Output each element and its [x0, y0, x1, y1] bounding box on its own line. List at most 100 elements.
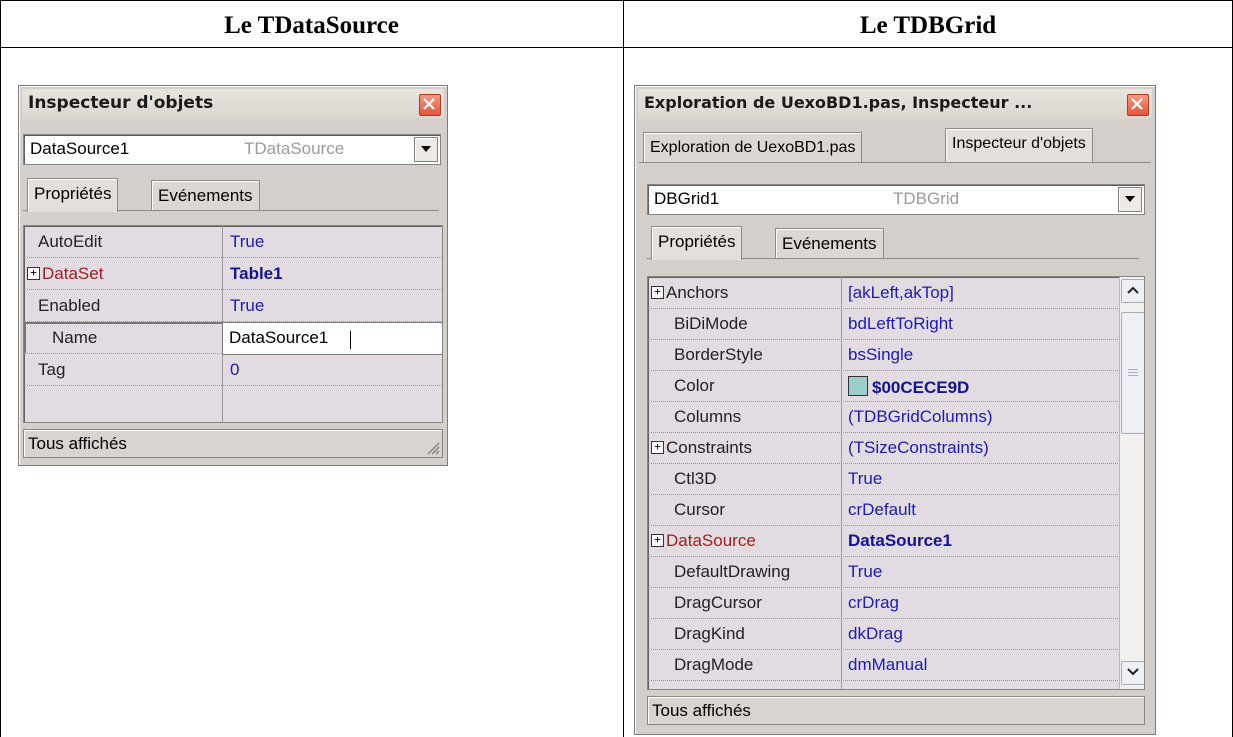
property-row-selected[interactable]: Name DataSource1	[24, 322, 442, 355]
tab-properties[interactable]: Propriétés	[651, 226, 743, 260]
chevron-down-icon	[1125, 196, 1135, 202]
property-row[interactable]: + Constraints (TSizeConstraints)	[648, 432, 1118, 464]
table-border-top	[0, 0, 1233, 1]
property-value[interactable]: dkDrag	[848, 624, 903, 644]
property-value[interactable]: DataSource1	[229, 328, 328, 348]
property-row[interactable]: Cursor crDefault	[648, 494, 1118, 526]
property-name: Columns	[674, 407, 742, 426]
property-value[interactable]: Table1	[230, 264, 283, 284]
property-value[interactable]: True	[230, 296, 264, 316]
column-header-right: Le TDBGrid	[859, 12, 997, 39]
property-row[interactable]: DragCursor crDrag	[648, 587, 1118, 619]
title-bar[interactable]: Exploration de UexoBD1.pas, Inspecteur .…	[638, 89, 1152, 119]
property-value[interactable]: True	[230, 232, 264, 252]
status-bar: Tous affichés	[647, 696, 1145, 725]
property-value[interactable]: crDefault	[848, 500, 916, 520]
title-bar[interactable]: Inspecteur d'objets	[22, 89, 444, 119]
text-caret	[350, 331, 351, 350]
table-border-left	[0, 0, 1, 737]
property-name: Constraints	[666, 438, 752, 457]
window-title: Inspecteur d'objets	[28, 93, 214, 113]
property-row[interactable]: Ctl3D True	[648, 463, 1118, 495]
property-value[interactable]: bdLeftToRight	[848, 314, 953, 334]
tab-baseline	[639, 162, 1151, 163]
vertical-scrollbar[interactable]	[1119, 277, 1144, 689]
dropdown-button[interactable]	[1118, 187, 1142, 212]
property-row[interactable]: Tag 0	[24, 354, 442, 386]
property-value[interactable]: True	[848, 562, 882, 582]
resize-grip-icon[interactable]	[426, 441, 440, 455]
close-button[interactable]	[1127, 94, 1149, 116]
tab-object-inspector[interactable]: Inspecteur d'objets	[945, 128, 1093, 162]
plus-box-icon[interactable]: +	[651, 534, 664, 547]
property-name: DragMode	[674, 655, 754, 674]
property-value[interactable]: True	[848, 469, 882, 489]
property-row[interactable]: Columns (TDBGridColumns)	[648, 401, 1118, 433]
close-button[interactable]	[419, 94, 441, 116]
dbgrid-inspector-window: Exploration de UexoBD1.pas, Inspecteur .…	[634, 85, 1156, 735]
property-value[interactable]: (TDBGridColumns)	[848, 407, 993, 427]
property-row[interactable]: + DataSource DataSource1	[648, 525, 1118, 557]
color-value: $00CECE9D	[872, 378, 970, 397]
property-name: Ctl3D	[674, 469, 717, 488]
property-grid: AutoEdit True + DataSet Table1 Enabled T…	[23, 225, 443, 423]
property-edit-field[interactable]: DataSource1	[222, 322, 442, 355]
table-header-divider	[0, 47, 1233, 48]
tab-exploration[interactable]: Exploration de UexoBD1.pas	[643, 132, 863, 163]
property-row[interactable]: AutoEdit True	[24, 226, 442, 258]
property-value[interactable]: [akLeft,akTop]	[848, 283, 954, 303]
tab-events[interactable]: Evénements	[151, 180, 260, 211]
property-value[interactable]: $00CECE9D	[848, 376, 969, 398]
panel-tabs: Exploration de UexoBD1.pas Inspecteur d'…	[639, 128, 1151, 163]
tab-properties[interactable]: Propriétés	[27, 178, 119, 212]
datasource-inspector-window: Inspecteur d'objets DataSource1 TDataSou…	[18, 85, 448, 466]
dropdown-button[interactable]	[414, 137, 438, 162]
property-value[interactable]: DataSource1	[848, 531, 952, 551]
property-name: BorderStyle	[674, 345, 763, 364]
property-row[interactable]: BorderStyle bsSingle	[648, 339, 1118, 371]
property-row[interactable]: Color $00CECE9D	[648, 370, 1118, 402]
close-icon	[423, 98, 435, 110]
plus-box-icon[interactable]: +	[27, 267, 40, 280]
property-name: DragKind	[674, 624, 745, 643]
scroll-thumb[interactable]	[1121, 312, 1144, 434]
property-row[interactable]: DragMode dmManual	[648, 649, 1118, 681]
property-row[interactable]: BiDiMode bdLeftToRight	[648, 308, 1118, 340]
property-grid: + Anchors [akLeft,akTop] BiDiMode bdLeft…	[647, 276, 1145, 690]
property-value[interactable]: dmManual	[848, 655, 927, 675]
status-text: Tous affichés	[28, 434, 127, 453]
plus-box-icon[interactable]: +	[651, 441, 664, 454]
property-name: DataSource	[666, 531, 756, 550]
property-row[interactable]: DragKind dkDrag	[648, 618, 1118, 650]
close-icon	[1131, 98, 1143, 110]
table-column-divider	[623, 0, 624, 737]
property-value[interactable]: crDrag	[848, 593, 899, 613]
property-name: BiDiMode	[674, 314, 748, 333]
object-type: TDataSource	[244, 139, 345, 158]
property-row[interactable]: Enabled True	[24, 290, 442, 322]
property-row[interactable]: + Anchors [akLeft,akTop]	[648, 277, 1118, 309]
scroll-down-button[interactable]	[1121, 661, 1144, 685]
object-name: DBGrid1	[654, 189, 720, 208]
property-value[interactable]: bsSingle	[848, 345, 913, 365]
thumb-grip	[1128, 375, 1138, 376]
property-name: Color	[674, 376, 715, 395]
property-row[interactable]: + DataSet Table1	[24, 258, 442, 290]
color-swatch	[848, 376, 868, 396]
object-selector[interactable]: DBGrid1 TDBGrid	[647, 184, 1145, 215]
property-name: Anchors	[666, 283, 729, 302]
property-row[interactable]: DefaultDrawing True	[648, 556, 1118, 588]
property-name: Enabled	[38, 296, 101, 315]
property-name: Name	[52, 328, 98, 347]
column-header-left: Le TDataSource	[224, 12, 399, 39]
property-name: DataSet	[42, 264, 104, 283]
property-value[interactable]: 0	[230, 360, 239, 380]
property-name: DefaultDrawing	[674, 562, 791, 581]
object-selector[interactable]: DataSource1 TDataSource	[23, 134, 441, 165]
property-value[interactable]: (TSizeConstraints)	[848, 438, 989, 458]
plus-box-icon[interactable]: +	[651, 286, 664, 299]
window-title: Exploration de UexoBD1.pas, Inspecteur .…	[644, 93, 1033, 112]
tab-events[interactable]: Evénements	[775, 228, 884, 259]
chevron-down-icon	[421, 146, 431, 152]
scroll-up-button[interactable]	[1121, 279, 1144, 303]
